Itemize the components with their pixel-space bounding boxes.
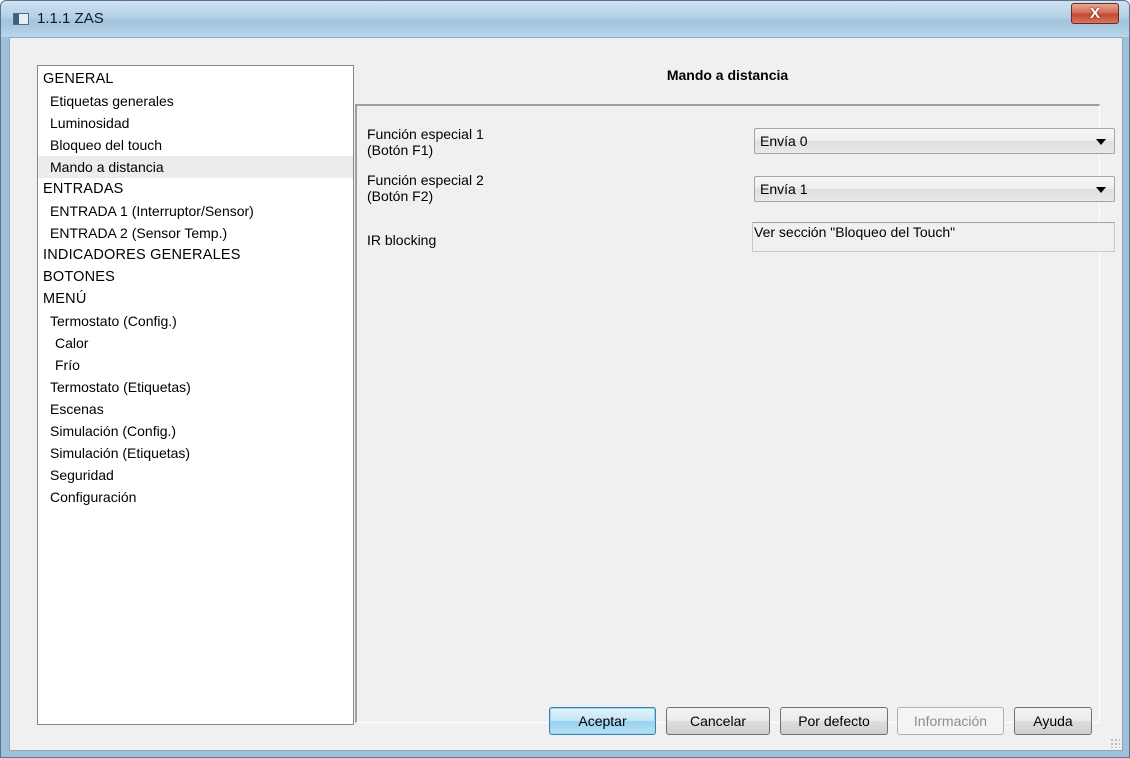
tree-item[interactable]: Simulación (Etiquetas) (38, 442, 353, 464)
f1-label: Función especial 1 (Botón F1) (367, 126, 484, 158)
chevron-down-icon (1096, 139, 1106, 145)
chevron-down-icon (1096, 187, 1106, 193)
f1-label-line2: (Botón F1) (367, 142, 434, 158)
tree-item[interactable]: Seguridad (38, 464, 353, 486)
parameter-tree[interactable]: GENERAL Etiquetas generales Luminosidad Blo… (37, 65, 354, 725)
app-icon (13, 13, 29, 25)
tree-item[interactable]: Simulación (Config.) (38, 420, 353, 442)
cancel-button[interactable]: Cancelar (666, 707, 770, 735)
tree-item[interactable]: Termostato (Etiquetas) (38, 376, 353, 398)
tree-item[interactable]: ENTRADAS (38, 178, 353, 200)
window-title: 1.1.1 ZAS (37, 10, 104, 27)
info-button: Información (897, 707, 1004, 735)
tree-item[interactable]: Mando a distancia (38, 156, 353, 178)
f1-selected-value: Envía 0 (760, 133, 808, 149)
tree-item[interactable]: GENERAL (38, 68, 353, 90)
help-button[interactable]: Ayuda (1014, 707, 1092, 735)
f2-selected-value: Envía 1 (760, 181, 808, 197)
ir-blocking-label: IR blocking (367, 232, 437, 248)
tree-item[interactable]: MENÚ (38, 288, 353, 310)
accept-button[interactable]: Aceptar (549, 707, 656, 735)
tree-item[interactable]: ENTRADA 2 (Sensor Temp.) (38, 222, 353, 244)
title-bar[interactable]: 1.1.1 ZAS X (1, 1, 1129, 37)
tree-item[interactable]: Escenas (38, 398, 353, 420)
f1-label-line1: Función especial 1 (367, 126, 484, 142)
f2-label: Función especial 2 (Botón F2) (367, 172, 484, 204)
close-button[interactable]: X (1071, 3, 1119, 24)
tree-item[interactable]: INDICADORES GENERALES (38, 244, 353, 266)
panel-title: Mando a distancia (666, 67, 789, 83)
f1-function-dropdown[interactable]: Envía 0 (754, 128, 1115, 154)
dialog-window: 1.1.1 ZAS X GENERAL Etiquetas generales Lu… (0, 0, 1130, 758)
default-button[interactable]: Por defecto (780, 707, 888, 735)
tree-item[interactable]: BOTONES (38, 266, 353, 288)
tree-item[interactable]: Bloqueo del touch (38, 134, 353, 156)
ir-blocking-field: Ver sección "Bloqueo del Touch" (752, 222, 1115, 252)
tree-item[interactable]: Configuración (38, 486, 353, 508)
tree-item[interactable]: Frío (38, 354, 353, 376)
f2-label-line1: Función especial 2 (367, 172, 484, 188)
tree-item[interactable]: ENTRADA 1 (Interruptor/Sensor) (38, 200, 353, 222)
tree-item[interactable]: Termostato (Config.) (38, 310, 353, 332)
f2-function-dropdown[interactable]: Envía 1 (754, 176, 1115, 202)
close-icon: X (1089, 5, 1100, 22)
dialog-client-area: GENERAL Etiquetas generales Luminosidad Blo… (9, 37, 1123, 751)
resize-grip-icon[interactable] (1110, 738, 1120, 748)
tree-item[interactable]: Calor (38, 332, 353, 354)
f2-label-line2: (Botón F2) (367, 188, 434, 204)
tree-item[interactable]: Etiquetas generales (38, 90, 353, 112)
parameter-panel: Función especial 1 (Botón F1) Envía 0 Fu… (355, 104, 1115, 723)
tree-item[interactable]: Luminosidad (38, 112, 353, 134)
